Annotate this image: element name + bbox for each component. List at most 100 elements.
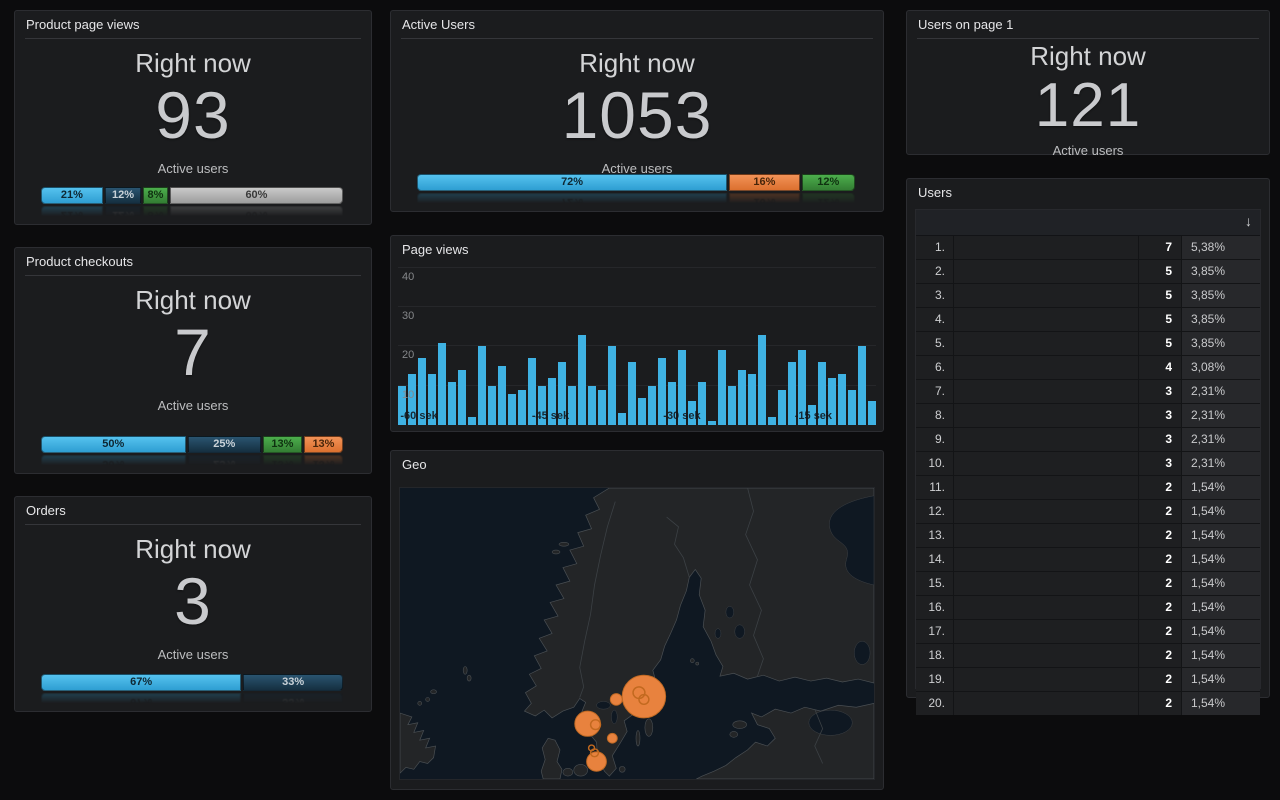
users-table-header[interactable]: ↓: [916, 210, 1260, 236]
page-views-bar: [638, 398, 646, 425]
row-page: [954, 404, 1138, 427]
row-percent: 1,54%: [1182, 596, 1260, 619]
row-page: [954, 620, 1138, 643]
y-axis-tick-label: 10: [402, 389, 414, 401]
distribution-bar-reflection: 50%25%13%13%: [41, 455, 343, 472]
row-percent: 1,54%: [1182, 476, 1260, 499]
row-percent: 3,85%: [1182, 284, 1260, 307]
active-users-value: 1053: [391, 82, 883, 148]
distribution-bar: 72%16%12%: [417, 174, 855, 191]
distribution-segment: 67%: [41, 693, 241, 710]
lake-vanern: [597, 701, 611, 709]
active-users-value: 93: [15, 82, 371, 148]
table-row: 11.21,54%: [916, 476, 1260, 500]
page-views-bar: [648, 386, 656, 425]
row-percent: 2,31%: [1182, 428, 1260, 451]
page-views-bar: [488, 386, 496, 425]
right-now-heading: Right now: [15, 285, 371, 316]
distribution-segment: 8%: [143, 187, 168, 204]
dashboard: Product page views Right now 93 Active u…: [0, 0, 1280, 800]
y-axis-tick-label: 40: [402, 271, 414, 283]
panel-title-product-page-views[interactable]: Product page views: [15, 11, 371, 38]
geo-bubble[interactable]: [610, 694, 622, 706]
row-count: 5: [1138, 284, 1182, 307]
distribution-bar-reflection: 72%16%12%: [417, 193, 855, 210]
distribution-segment: 25%: [188, 455, 261, 472]
row-rank: 11.: [916, 476, 954, 499]
distribution-segment: 16%: [729, 174, 799, 191]
users-table: ↓ 1.75,38%2.53,85%3.53,85%4.53,85%5.53,8…: [915, 209, 1261, 689]
row-percent: 3,08%: [1182, 356, 1260, 379]
row-rank: 7.: [916, 380, 954, 403]
page-views-bar: [748, 374, 756, 425]
table-row: 2.53,85%: [916, 260, 1260, 284]
distribution-segment: 33%: [243, 674, 343, 691]
table-row: 18.21,54%: [916, 644, 1260, 668]
panel-title-product-checkouts[interactable]: Product checkouts: [15, 248, 371, 275]
panel-title-page-views[interactable]: Page views: [391, 236, 883, 263]
distribution-segment: 60%: [170, 187, 343, 204]
row-percent: 3,85%: [1182, 332, 1260, 355]
distribution-segment: 12%: [802, 174, 855, 191]
geo-map[interactable]: [399, 487, 875, 780]
right-now-heading: Right now: [15, 48, 371, 79]
singlestat-product-page-views: Right now 93 Active users 21%12%8%60% 21…: [15, 39, 371, 224]
row-page: [954, 692, 1138, 715]
row-percent: 1,54%: [1182, 668, 1260, 691]
panel-title-users[interactable]: Users: [907, 179, 1269, 206]
page-views-bar: [498, 366, 506, 425]
row-count: 3: [1138, 380, 1182, 403]
geo-bubble[interactable]: [575, 711, 601, 736]
table-row: 12.21,54%: [916, 500, 1260, 524]
lake-finnish: [735, 625, 745, 639]
island-orkney: [431, 690, 437, 694]
table-row: 1.75,38%: [916, 236, 1260, 260]
page-views-plot: 10203040-60 sek-45 sek-30 sek-15 sek: [398, 264, 876, 425]
row-count: 2: [1138, 524, 1182, 547]
geo-bubble[interactable]: [607, 733, 617, 743]
distribution-segment: 12%: [105, 187, 141, 204]
row-page: [954, 308, 1138, 331]
island-aland: [690, 659, 694, 663]
distribution-bar: 21%12%8%60%: [41, 187, 343, 204]
panel-title-active-users[interactable]: Active Users: [391, 11, 883, 38]
table-row: 3.53,85%: [916, 284, 1260, 308]
page-views-bar: [438, 343, 446, 425]
sort-descending-icon[interactable]: ↓: [1245, 213, 1252, 229]
row-count: 2: [1138, 596, 1182, 619]
row-rank: 16.: [916, 596, 954, 619]
panel-title-geo[interactable]: Geo: [391, 451, 883, 478]
active-users-value: 7: [15, 319, 371, 385]
y-axis-tick-label: 20: [402, 349, 414, 361]
island-bornholm: [619, 766, 625, 772]
page-views-bar: [578, 335, 586, 425]
row-percent: 2,31%: [1182, 380, 1260, 403]
table-row: 4.53,85%: [916, 308, 1260, 332]
panel-title-orders[interactable]: Orders: [15, 497, 371, 524]
table-row: 5.53,85%: [916, 332, 1260, 356]
row-percent: 1,54%: [1182, 524, 1260, 547]
table-row: 9.32,31%: [916, 428, 1260, 452]
island-lofoten: [559, 542, 569, 546]
distribution-segment: 72%: [417, 174, 727, 191]
island-shetland: [467, 675, 471, 681]
row-page: [954, 284, 1138, 307]
row-rank: 2.: [916, 260, 954, 283]
row-rank: 15.: [916, 572, 954, 595]
distribution-segment: 12%: [105, 206, 141, 223]
x-axis-tick-label: -30 sek: [663, 410, 700, 422]
row-percent: 1,54%: [1182, 548, 1260, 571]
row-page: [954, 644, 1138, 667]
row-percent: 5,38%: [1182, 236, 1260, 259]
x-axis-tick-label: -60 sek: [400, 410, 437, 422]
page-views-bar: [838, 374, 846, 425]
singlestat-active-users: Right now 1053 Active users 72%16%12% 72…: [391, 39, 883, 211]
distribution-segment: 12%: [802, 193, 855, 210]
page-views-bars: [398, 264, 876, 425]
row-count: 5: [1138, 308, 1182, 331]
geo-bubble[interactable]: [587, 752, 607, 771]
table-row: 10.32,31%: [916, 452, 1260, 476]
row-percent: 1,54%: [1182, 500, 1260, 523]
panel-title-users-on-page-1[interactable]: Users on page 1: [907, 11, 1269, 38]
table-row: 16. 21,54%: [916, 596, 1260, 620]
